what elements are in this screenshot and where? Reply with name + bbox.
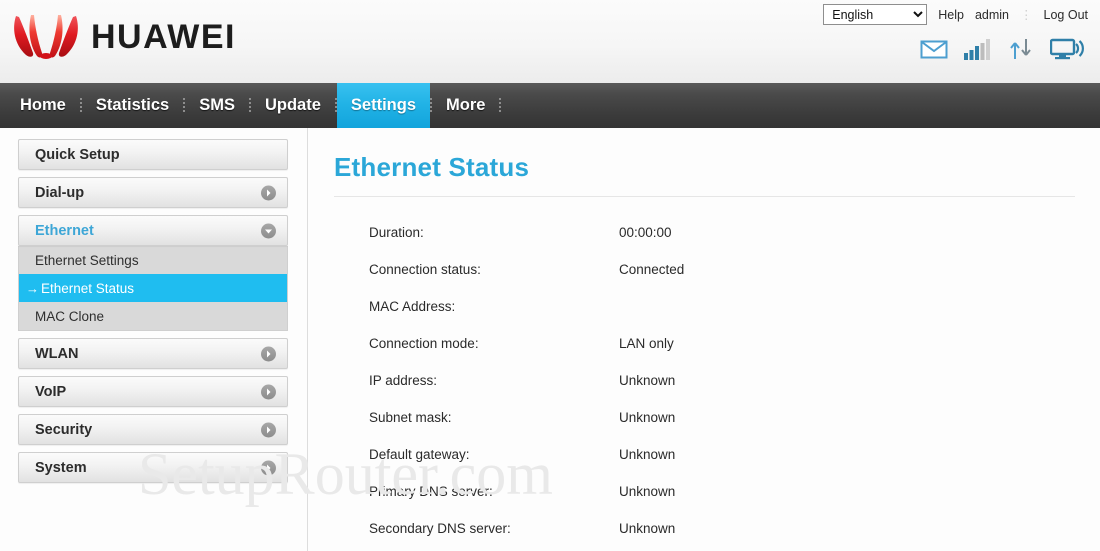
nav-separator: [499, 98, 502, 113]
ethernet-status-table: Duration: 00:00:00 Connection status: Co…: [369, 225, 1100, 551]
row-label: Connection mode:: [369, 336, 479, 351]
chevron-right-icon: [261, 422, 276, 437]
row-label: Default gateway:: [369, 447, 470, 462]
router-admin-page: HUAWEI English Help admin ⋮ Log Out Home…: [0, 0, 1100, 551]
chevron-right-icon: [261, 346, 276, 361]
nav-tab-home[interactable]: Home: [6, 83, 80, 128]
table-row: MAC Address:: [369, 299, 1100, 336]
nav-tab-update[interactable]: Update: [251, 83, 335, 128]
account-link[interactable]: admin: [975, 8, 1009, 22]
sidebar-subitem-label: MAC Clone: [35, 308, 105, 324]
page-header: HUAWEI English Help admin ⋮ Log Out: [0, 0, 1100, 83]
row-label: Secondary DNS server:: [369, 521, 511, 536]
sidebar-item-ethernet-status[interactable]: → Ethernet Status: [19, 274, 287, 302]
row-label: Duration:: [369, 225, 424, 240]
sidebar-item-label: Dial-up: [35, 184, 85, 201]
sidebar-item-label: Ethernet: [35, 222, 94, 239]
sidebar-subitem-label: Ethernet Settings: [35, 252, 139, 268]
nav-tab-more[interactable]: More: [432, 83, 499, 128]
row-value: Unknown: [619, 521, 676, 536]
sidebar-item-ethernet-settings[interactable]: Ethernet Settings: [19, 246, 287, 274]
row-label: IP address:: [369, 373, 438, 388]
chevron-right-icon: [261, 460, 276, 475]
wifi-monitor-icon[interactable]: [1050, 38, 1084, 60]
sidebar-item-mac-clone[interactable]: MAC Clone: [19, 302, 287, 330]
chevron-right-icon: [261, 185, 276, 200]
table-row: IP address: Unknown: [369, 373, 1100, 410]
sidebar-subitem-label: Ethernet Status: [41, 280, 135, 296]
main-navigation: Home Statistics SMS Update Settings More: [0, 83, 1100, 128]
sidebar-group-voip: VoIP: [18, 376, 288, 407]
nav-tab-settings[interactable]: Settings: [336, 83, 430, 128]
signal-bars-icon[interactable]: [964, 38, 992, 60]
row-value: Unknown: [619, 373, 676, 388]
sidebar-item-ethernet[interactable]: Ethernet: [18, 215, 288, 246]
sidebar-item-label: WLAN: [35, 345, 79, 362]
brand-name: HUAWEI: [91, 17, 236, 56]
sidebar-item-label: Security: [35, 421, 93, 438]
row-value: Unknown: [619, 410, 676, 425]
row-value: LAN only: [619, 336, 674, 351]
settings-sidebar: Quick Setup Dial-up Ethernet Ethernet Se…: [18, 139, 288, 490]
page-title: Ethernet Status: [334, 152, 530, 182]
table-row: Default gateway: Unknown: [369, 447, 1100, 484]
row-value: Unknown: [619, 447, 676, 462]
sidebar-item-system[interactable]: System: [18, 452, 288, 483]
row-label: MAC Address:: [369, 299, 456, 314]
sidebar-item-voip[interactable]: VoIP: [18, 376, 288, 407]
table-row: Duration: 00:00:00: [369, 225, 1100, 262]
chevron-down-icon: [261, 223, 276, 238]
status-icon-tray: [920, 38, 1084, 60]
sidebar-group-quick-setup: Quick Setup: [18, 139, 288, 170]
language-select[interactable]: English: [823, 4, 928, 25]
arrow-right-icon: →: [26, 280, 39, 296]
brand-logo: HUAWEI: [10, 14, 236, 60]
help-link[interactable]: Help: [938, 8, 964, 22]
sidebar-item-security[interactable]: Security: [18, 414, 288, 445]
sidebar-submenu-ethernet: Ethernet Settings → Ethernet Status MAC …: [18, 246, 288, 331]
row-label: Connection status:: [369, 262, 481, 277]
sidebar-content-divider: [307, 128, 308, 551]
sidebar-item-wlan[interactable]: WLAN: [18, 338, 288, 369]
sidebar-group-dial-up: Dial-up: [18, 177, 288, 208]
table-row: Connection status: Connected: [369, 262, 1100, 299]
top-utility-bar: English Help admin ⋮ Log Out: [823, 4, 1088, 25]
row-label: Primary DNS server:: [369, 484, 493, 499]
row-value: 00:00:00: [619, 225, 672, 240]
nav-tab-statistics[interactable]: Statistics: [82, 83, 183, 128]
row-value: Connected: [619, 262, 685, 277]
sidebar-item-label: Quick Setup: [35, 146, 120, 163]
title-divider: [334, 196, 1075, 197]
table-row: Subnet mask: Unknown: [369, 410, 1100, 447]
huawei-flower-logo-icon: [10, 14, 82, 60]
table-row: Secondary DNS server: Unknown: [369, 521, 1100, 551]
topbar-divider: ⋮: [1020, 8, 1033, 22]
main-content: Ethernet Status Duration: 00:00:00 Conne…: [334, 128, 1100, 551]
page-body: Quick Setup Dial-up Ethernet Ethernet Se…: [0, 128, 1100, 551]
table-row: Primary DNS server: Unknown: [369, 484, 1100, 521]
nav-tab-sms[interactable]: SMS: [185, 83, 249, 128]
sidebar-group-wlan: WLAN: [18, 338, 288, 369]
sidebar-item-label: System: [35, 459, 87, 476]
chevron-right-icon: [261, 384, 276, 399]
sidebar-item-dial-up[interactable]: Dial-up: [18, 177, 288, 208]
sidebar-group-security: Security: [18, 414, 288, 445]
row-label: Subnet mask:: [369, 410, 452, 425]
logout-link[interactable]: Log Out: [1044, 8, 1088, 22]
sidebar-item-quick-setup[interactable]: Quick Setup: [18, 139, 288, 170]
data-transfer-icon[interactable]: [1008, 38, 1034, 60]
row-value: Unknown: [619, 484, 676, 499]
sidebar-group-ethernet: Ethernet Ethernet Settings → Ethernet St…: [18, 215, 288, 331]
sidebar-group-system: System: [18, 452, 288, 483]
table-row: Connection mode: LAN only: [369, 336, 1100, 373]
sidebar-item-label: VoIP: [35, 383, 67, 400]
sms-envelope-icon[interactable]: [920, 39, 948, 60]
